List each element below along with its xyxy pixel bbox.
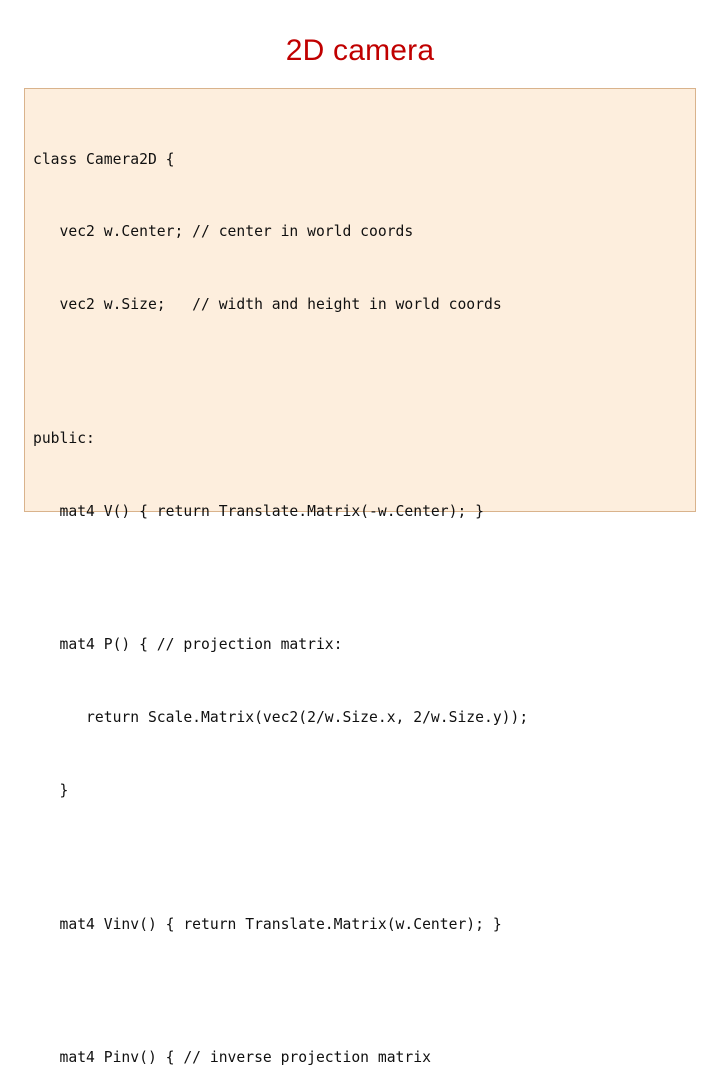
- page-title: 2D camera: [285, 34, 435, 67]
- code-line: mat4 P() { // projection matrix:: [33, 636, 343, 654]
- code-line: vec2 w.Size; // width and height in worl…: [33, 296, 502, 314]
- code-block: class Camera2D { vec2 w.Center; // cente…: [24, 88, 696, 1066]
- code-content: class Camera2D { vec2 w.Center; // cente…: [33, 99, 687, 1080]
- code-line: vec2 w.Center; // center in world coords: [33, 223, 414, 241]
- code-line: public:: [33, 429, 95, 447]
- code-line: mat4 V() { return Translate.Matrix(-w.Ce…: [33, 502, 484, 520]
- code-line: mat4 Vinv() { return Translate.Matrix(w.…: [33, 915, 502, 933]
- code-line: }: [33, 782, 69, 800]
- slide: 2D camera class Camera2D { vec2 w.Center…: [0, 0, 720, 1066]
- code-line: mat4 Pinv() { // inverse projection matr…: [33, 1048, 431, 1066]
- code-line: return Scale.Matrix(vec2(2/w.Size.x, 2/w…: [33, 709, 529, 727]
- code-line: class Camera2D {: [33, 150, 175, 168]
